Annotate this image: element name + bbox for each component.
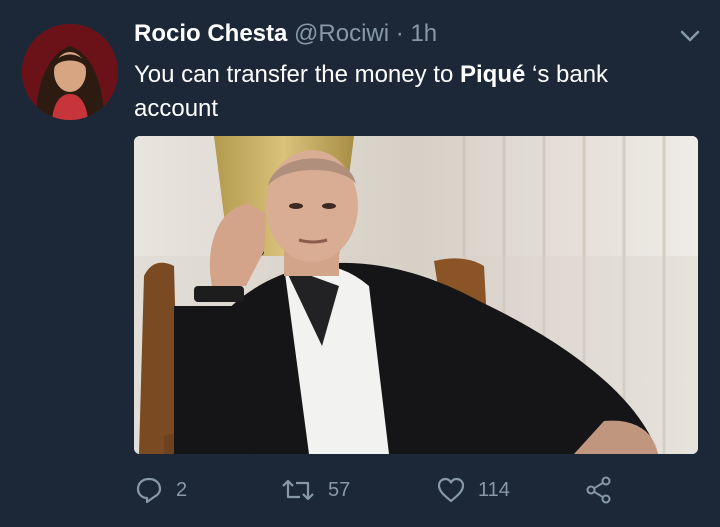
tweet-header: Rocio Chesta @Rociwi · 1h <box>134 20 437 48</box>
avatar[interactable] <box>22 24 118 120</box>
reply-count: 2 <box>176 478 188 501</box>
like-count: 114 <box>478 478 510 501</box>
chevron-down-icon[interactable] <box>678 26 702 46</box>
reply-button[interactable]: 2 <box>134 472 187 508</box>
tweet-timestamp[interactable]: 1h <box>410 20 437 47</box>
tweet-text: You can transfer the money to Piqué ‘s b… <box>134 58 694 126</box>
heart-icon <box>437 477 465 503</box>
share-button[interactable] <box>584 472 626 508</box>
tweet-actions: 2 57 114 <box>134 472 698 508</box>
retweet-count: 57 <box>328 478 351 501</box>
avatar-photo <box>22 24 118 120</box>
author-handle[interactable]: @Rociwi <box>294 20 389 47</box>
header-separator: · <box>395 20 404 47</box>
reply-icon <box>136 477 162 504</box>
tweet-text-part: You can transfer the money to <box>134 61 460 88</box>
share-icon <box>586 476 611 504</box>
retweet-icon <box>282 479 314 501</box>
tweet: Rocio Chesta @Rociwi · 1h You can transf… <box>0 0 720 527</box>
media-photo <box>134 136 698 454</box>
tweet-text-bold: Piqué <box>459 61 526 88</box>
retweet-button[interactable]: 57 <box>280 472 350 508</box>
like-button[interactable]: 114 <box>436 472 510 508</box>
author-name[interactable]: Rocio Chesta <box>134 20 287 47</box>
tweet-media-image[interactable] <box>134 136 698 454</box>
